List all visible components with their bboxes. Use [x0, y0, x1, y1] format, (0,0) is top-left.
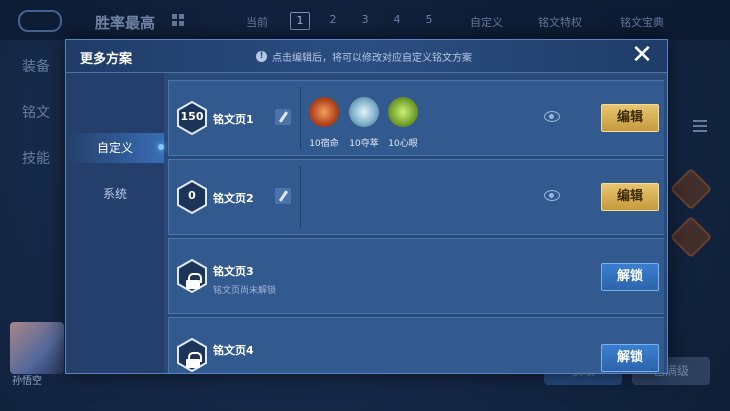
custom-label[interactable]: 自定义 — [470, 14, 503, 30]
page-tab-1[interactable]: 1 — [290, 12, 310, 30]
rune-page-name: 铭文页2 — [213, 192, 254, 205]
tab-system[interactable]: 系统 — [66, 179, 164, 209]
rune-page-list: 150 铭文页1 10宿命 10夺萃 10心眼 编辑 0 铭文页2 编辑 铭文页… — [168, 80, 664, 373]
rune-label: 10夺萃 — [349, 139, 379, 149]
nav-skill[interactable]: 技能 — [22, 148, 50, 168]
rune-page-card-2: 0 铭文页2 编辑 — [168, 159, 664, 235]
rename-pencil-icon[interactable] — [275, 188, 291, 204]
menu-icon[interactable] — [693, 120, 707, 132]
divider — [300, 87, 301, 149]
rune-destiny-icon — [309, 97, 339, 127]
rune-page-status: 铭文页尚未解锁 — [213, 286, 277, 296]
modal-sidebar: 自定义 系统 — [66, 73, 164, 373]
locked-badge — [177, 338, 207, 372]
close-button[interactable]: ✕ — [629, 42, 655, 69]
unlock-button[interactable]: 解锁 — [601, 344, 659, 372]
background-title: 胜率最高 — [95, 14, 156, 32]
rune-slot-icon — [669, 215, 713, 259]
rune-page-name: 铭文页4 — [213, 344, 254, 357]
grid-icon[interactable] — [172, 14, 184, 26]
divider — [300, 166, 301, 228]
tab-custom[interactable]: 自定义 — [66, 133, 164, 163]
hint-label: 点击编辑后，将可以修改对应自定义铭文方案 — [272, 53, 472, 64]
edit-button[interactable]: 编辑 — [601, 104, 659, 132]
preview-eye-icon[interactable] — [543, 109, 561, 123]
nav-equipment[interactable]: 装备 — [22, 56, 50, 76]
lock-icon-body — [186, 359, 200, 368]
rune-guide-link[interactable]: 铭文宝典 — [620, 14, 664, 30]
page-selector: 1 2 3 4 5 — [290, 12, 438, 30]
rune-page-card-1: 150 铭文页1 10宿命 10夺萃 10心眼 编辑 — [168, 80, 664, 156]
level-badge: 0 — [177, 180, 207, 214]
rune-page-card-4: 铭文页4 解锁 — [168, 317, 664, 373]
more-plans-modal: 更多方案 ! 点击编辑后，将可以修改对应自定义铭文方案 ✕ 自定义 系统 150… — [65, 39, 668, 374]
page-tab-4[interactable]: 4 — [388, 12, 406, 28]
page-tab-3[interactable]: 3 — [356, 12, 374, 28]
rune-page-name: 铭文页1 — [213, 113, 254, 126]
rune-slot-icon — [669, 167, 713, 211]
nav-rune[interactable]: 铭文 — [22, 102, 50, 122]
page-tab-2[interactable]: 2 — [324, 12, 342, 28]
lock-icon-body — [186, 280, 200, 289]
modal-title: 更多方案 — [80, 52, 133, 67]
rune-label: 10心眼 — [388, 139, 418, 149]
hint-text: ! 点击编辑后，将可以修改对应自定义铭文方案 — [256, 49, 472, 64]
unlock-button[interactable]: 解锁 — [601, 263, 659, 291]
level-number: 150 — [180, 110, 204, 123]
hero-avatar[interactable] — [10, 322, 64, 374]
rune-page-name: 铭文页3 — [213, 265, 254, 278]
back-logo-icon[interactable] — [18, 10, 62, 32]
hero-name: 孙悟空 — [12, 376, 42, 387]
rename-pencil-icon[interactable] — [275, 109, 291, 125]
locked-badge — [177, 259, 207, 293]
current-label: 当前 — [246, 16, 268, 29]
preview-eye-icon[interactable] — [543, 188, 561, 202]
rune-feature-link[interactable]: 铭文特权 — [538, 14, 582, 30]
rune-label: 10宿命 — [309, 139, 339, 149]
edit-button[interactable]: 编辑 — [601, 183, 659, 211]
page-tab-5[interactable]: 5 — [420, 12, 438, 28]
info-icon: ! — [256, 51, 267, 62]
modal-header: 更多方案 ! 点击编辑后，将可以修改对应自定义铭文方案 ✕ — [66, 40, 667, 73]
rune-page-card-3: 铭文页3 铭文页尚未解锁 解锁 — [168, 238, 664, 314]
rune-insight-icon — [388, 97, 418, 127]
level-number: 0 — [188, 189, 196, 202]
rune-plunder-icon — [349, 97, 379, 127]
level-badge: 150 — [177, 101, 207, 135]
